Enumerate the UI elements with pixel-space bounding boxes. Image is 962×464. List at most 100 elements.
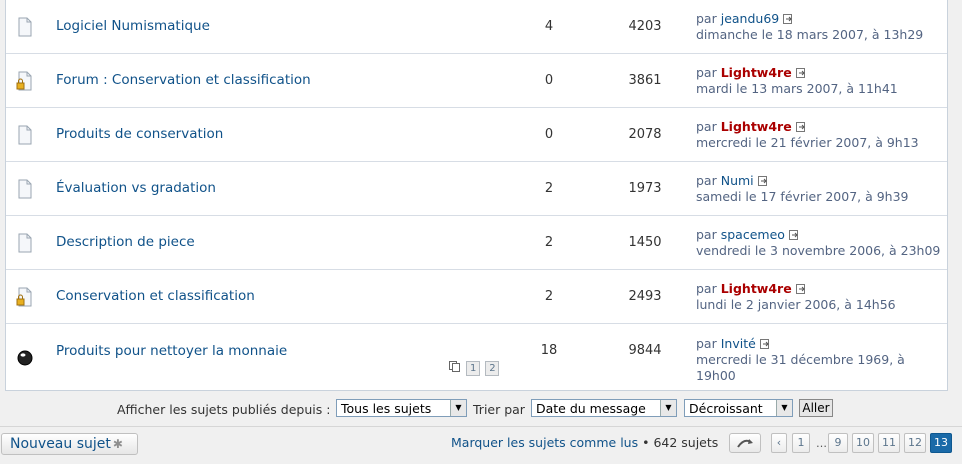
topic-replies: 0: [544, 73, 554, 88]
last-post-date: mercredi le 31 décembre 1969, à: [696, 352, 905, 367]
last-post-date: mardi le 13 mars 2007, à 11h41: [696, 81, 898, 96]
last-post: par spacemeo vendredi le 3 novembre 2006…: [696, 227, 940, 259]
topic-locked-icon: [16, 71, 32, 91]
new-topic-label: Nouveau sujet: [10, 436, 111, 452]
last-post-author[interactable]: Invité: [721, 336, 756, 351]
new-topic-button[interactable]: Nouveau sujet ✱: [1, 433, 138, 455]
topic-views: 2078: [628, 127, 662, 142]
last-post-date: dimanche le 18 mars 2007, à 13h29: [696, 27, 924, 42]
topic-row: Produits pour nettoyer la monnaie 18 984…: [6, 324, 947, 390]
sort-key-value: Date du message: [536, 401, 646, 416]
topic-title[interactable]: Produits pour nettoyer la monnaie: [56, 343, 287, 359]
topic-views: 4203: [628, 19, 662, 34]
topic-row: Forum : Conservation et classification 0…: [6, 54, 947, 108]
topic-views: 2493: [628, 289, 662, 304]
previous-page-button[interactable]: ‹: [771, 433, 787, 453]
goto-last-post-icon[interactable]: [788, 230, 799, 240]
last-post-by: par: [696, 65, 721, 80]
sort-direction-select[interactable]: Décroissant ▼: [684, 399, 793, 417]
topic-count: 642 sujets: [653, 435, 719, 450]
topic-filter-bar: Afficher les sujets publiés depuis : Tou…: [0, 398, 962, 422]
page-link[interactable]: 1: [792, 433, 810, 453]
topic-title[interactable]: Logiciel Numismatique: [56, 18, 210, 34]
goto-last-post-icon[interactable]: [757, 176, 768, 186]
mark-topics-read-link[interactable]: Marquer les sujets comme lus: [451, 435, 638, 450]
topic-stats: Marquer les sujets comme lus • 642 sujet…: [451, 435, 718, 450]
last-post: par Lightw4re mercredi le 21 février 200…: [696, 119, 919, 151]
last-post-by: par: [696, 281, 721, 296]
pagination-ellipsis: …: [816, 437, 827, 450]
separator: •: [638, 435, 654, 450]
last-post-by: par: [696, 119, 721, 134]
last-post-author[interactable]: Lightw4re: [721, 119, 792, 134]
last-post-author[interactable]: Lightw4re: [721, 65, 792, 80]
page-link[interactable]: 11: [878, 433, 900, 453]
page-link[interactable]: 9: [828, 433, 848, 453]
goto-last-post-icon[interactable]: [795, 122, 806, 132]
last-post: par Numi samedi le 17 février 2007, à 9h…: [696, 173, 909, 205]
topic-list: Logiciel Numismatique 4 4203 par jeandu6…: [5, 0, 948, 391]
topic-views: 1973: [628, 181, 662, 196]
last-post-by: par: [696, 173, 721, 188]
topic-global-icon: [17, 350, 33, 366]
topic-title[interactable]: Produits de conservation: [56, 126, 223, 142]
goto-last-post-icon[interactable]: [783, 14, 793, 24]
goto-last-post-icon[interactable]: [795, 284, 806, 294]
topic-replies: 0: [544, 127, 554, 142]
last-post-by: par: [696, 11, 721, 26]
last-post-author[interactable]: jeandu69: [721, 11, 780, 26]
asterisk-icon: ✱: [112, 437, 123, 451]
last-post: par Lightw4re mardi le 13 mars 2007, à 1…: [696, 65, 898, 97]
jump-to-page-button[interactable]: [729, 433, 761, 453]
last-post-date: mercredi le 21 février 2007, à 9h13: [696, 135, 919, 150]
topic-row: Produits de conservation 0 2078 par Ligh…: [6, 108, 947, 162]
days-select-value: Tous les sujets: [341, 401, 432, 416]
topic-views: 9844: [628, 343, 662, 358]
topic-replies: 2: [544, 235, 554, 250]
topic-views: 1450: [628, 235, 662, 250]
filter-label: Afficher les sujets publiés depuis :: [117, 402, 331, 417]
bottom-action-bar: Nouveau sujet ✱ Marquer les sujets comme …: [0, 426, 962, 464]
topic-title[interactable]: Évaluation vs gradation: [56, 180, 216, 196]
sort-key-select[interactable]: Date du message ▼: [531, 399, 677, 417]
last-post-author[interactable]: Numi: [721, 173, 754, 188]
last-post-date: vendredi le 3 novembre 2006, à 23h09: [696, 243, 941, 258]
last-post-date: lundi le 2 janvier 2006, à 14h56: [696, 297, 896, 312]
chevron-down-icon: ▼: [450, 400, 466, 416]
topic-read-icon: [18, 179, 32, 199]
topic-row: Conservation et classification 2 2493 pa…: [6, 270, 947, 324]
topic-views: 3861: [628, 73, 662, 88]
topic-row: Description de piece 2 1450 par spacemeo…: [6, 216, 947, 270]
last-post-date: 19h00: [696, 368, 736, 383]
topic-locked-icon: [16, 287, 32, 307]
last-post-author[interactable]: Lightw4re: [721, 281, 792, 296]
topic-page-link[interactable]: 2: [485, 361, 500, 376]
topic-replies: 2: [544, 181, 554, 196]
last-post-author[interactable]: spacemeo: [721, 227, 785, 242]
chevron-down-icon: ▼: [776, 400, 792, 416]
topic-page-link[interactable]: 1: [466, 361, 481, 376]
topic-row: Logiciel Numismatique 4 4203 par jeandu6…: [6, 0, 947, 54]
go-button[interactable]: Aller: [799, 399, 833, 417]
topic-read-icon: [18, 17, 32, 37]
topic-row: Évaluation vs gradation 2 1973 par Numi …: [6, 162, 947, 216]
last-post: par Invité mercredi le 31 décembre 1969,…: [696, 336, 905, 384]
last-post: par Lightw4re lundi le 2 janvier 2006, à…: [696, 281, 896, 313]
jump-arrow-icon: [737, 439, 753, 448]
topic-pages-icon: [449, 361, 460, 372]
page-link[interactable]: 10: [852, 433, 874, 453]
topic-title[interactable]: Conservation et classification: [56, 288, 255, 304]
topic-title[interactable]: Forum : Conservation et classification: [56, 72, 311, 88]
goto-last-post-icon[interactable]: [759, 339, 770, 349]
topic-replies: 2: [544, 289, 554, 304]
last-post-by: par: [696, 336, 721, 351]
page-link[interactable]: 12: [904, 433, 926, 453]
last-post: par jeandu69 dimanche le 18 mars 2007, à…: [696, 11, 923, 43]
topic-title[interactable]: Description de piece: [56, 234, 195, 250]
topic-read-icon: [18, 233, 32, 253]
topic-replies: 4: [544, 19, 554, 34]
chevron-down-icon: ▼: [660, 400, 676, 416]
days-select[interactable]: Tous les sujets ▼: [336, 399, 467, 417]
goto-last-post-icon[interactable]: [795, 68, 806, 78]
topic-replies: 18: [540, 343, 558, 358]
